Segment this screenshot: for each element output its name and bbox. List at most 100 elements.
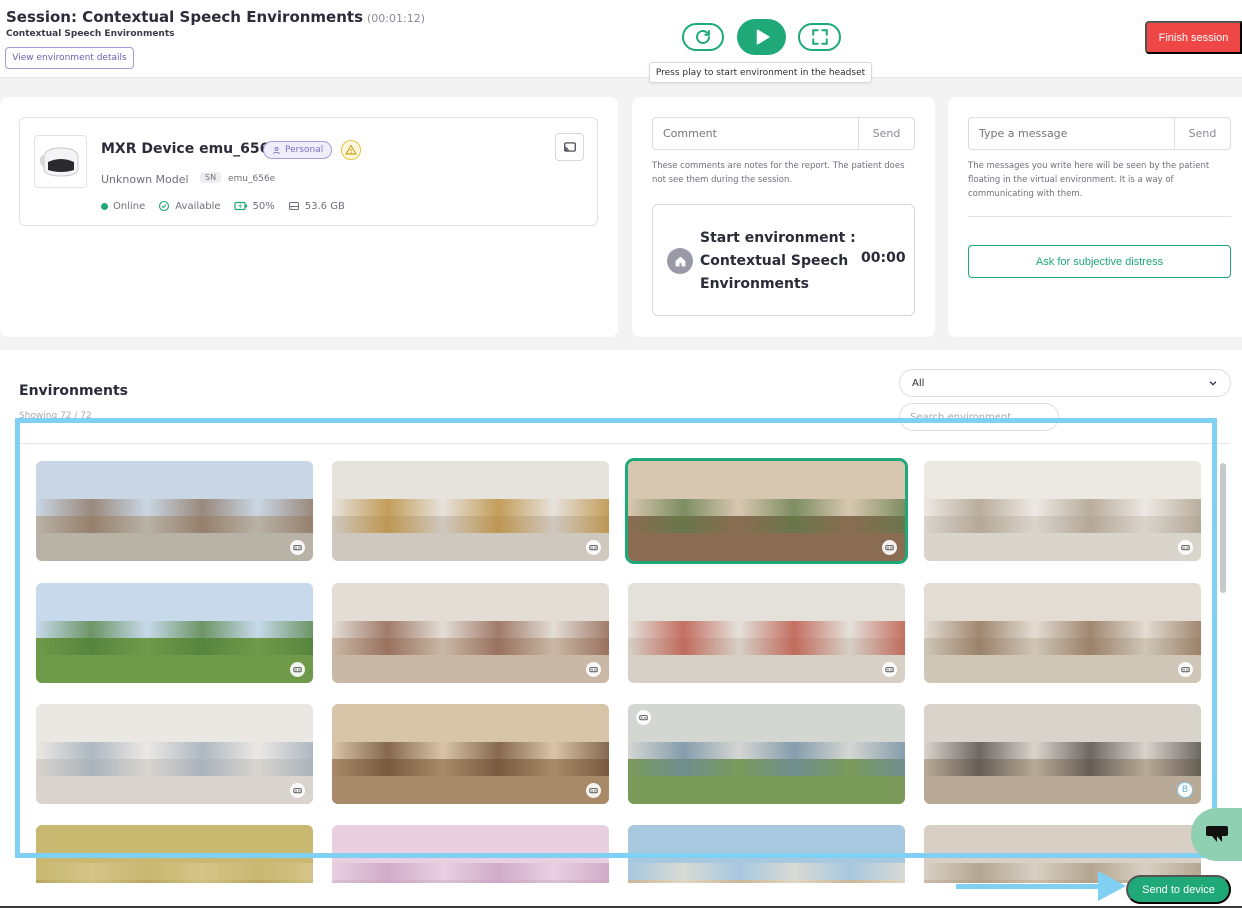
storage-status: 53.6 GB: [288, 200, 345, 212]
environment-thumbnail[interactable]: [924, 583, 1201, 683]
play-icon: [756, 29, 769, 45]
thumbnail-detail: [332, 863, 609, 883]
vr-headset-icon: [290, 662, 305, 677]
play-button[interactable]: [737, 19, 786, 55]
environments-panel: Environments Showing 72 / 72 All Search …: [0, 350, 1242, 908]
vr-headset-icon: [882, 662, 897, 677]
storage-label: 53.6 GB: [304, 200, 345, 212]
vr-headset-icon: [586, 783, 601, 798]
reload-button[interactable]: [682, 23, 724, 51]
filter-value: All: [912, 377, 925, 389]
session-subtitle: Contextual Speech Environments: [6, 29, 175, 39]
environment-thumbnail[interactable]: [36, 825, 313, 883]
environment-thumbnail[interactable]: [332, 825, 609, 883]
environment-thumbnail[interactable]: [628, 583, 905, 683]
online-status-label: Online: [113, 200, 146, 212]
chevron-down-icon: [1209, 381, 1217, 386]
environments-count: Showing 72 / 72: [19, 411, 92, 421]
scrollbar-thumb[interactable]: [1220, 463, 1226, 593]
message-send-button[interactable]: Send: [1174, 118, 1230, 149]
environment-thumbnail[interactable]: [625, 458, 908, 564]
comment-note: These comments are notes for the report.…: [652, 161, 905, 185]
support-chat-button[interactable]: [1191, 808, 1242, 861]
device-card: MXR Device emu_656e Personal Unknown Mod…: [0, 97, 618, 337]
vr-headset-icon: [290, 783, 305, 798]
thumbnail-detail: [628, 621, 905, 655]
thumbnail-detail: [924, 742, 1201, 776]
environment-thumbnail[interactable]: [628, 704, 905, 804]
thumbnail-detail: [924, 499, 1201, 533]
environment-thumbnail[interactable]: [332, 461, 609, 561]
reload-icon: [696, 30, 710, 44]
thumbnail-detail: [924, 621, 1201, 655]
comment-input-group: Send: [652, 117, 915, 150]
environment-thumbnail[interactable]: [36, 583, 313, 683]
vr-headset-icon: [290, 540, 305, 555]
environment-thumbnail[interactable]: [628, 825, 905, 883]
environments-title: Environments: [19, 383, 129, 399]
thumbnail-detail: [628, 742, 905, 776]
thumbnail-detail: [628, 499, 905, 533]
session-timer: (00:01:12): [367, 12, 426, 25]
environment-thumbnail[interactable]: [924, 461, 1201, 561]
session-title: Session: Contextual Speech Environments: [6, 8, 364, 26]
personal-badge: Personal: [263, 141, 333, 159]
online-dot-icon: [101, 202, 108, 210]
storage-icon: [288, 202, 299, 210]
start-environment-text: Start environment : Contextual Speech En…: [700, 230, 856, 292]
available-check-icon: [159, 200, 170, 212]
annotation-arrow-line: [956, 884, 1106, 889]
fullscreen-button[interactable]: [798, 23, 841, 51]
device-name: MXR Device emu_656e: [101, 141, 279, 157]
environment-thumbnail[interactable]: [36, 461, 313, 561]
fullscreen-icon: [811, 29, 828, 45]
start-environment-time: 00:00: [861, 250, 906, 266]
ask-distress-button[interactable]: Ask for subjective distress: [968, 245, 1231, 278]
chat-icon: [1205, 825, 1228, 842]
cast-icon: [563, 142, 576, 152]
thumbnail-detail: [332, 621, 609, 655]
send-to-device-button[interactable]: Send to device: [1126, 875, 1231, 904]
vr-headset-icon: [882, 540, 897, 555]
device-model: Unknown Model: [101, 173, 189, 186]
home-glyph-icon: [675, 256, 685, 266]
thumbnail-detail: [36, 863, 313, 883]
environment-filter-select[interactable]: All: [899, 369, 1231, 397]
finish-session-button[interactable]: Finish session: [1145, 21, 1242, 54]
page-title: Session: Contextual Speech Environments(…: [6, 8, 425, 26]
message-input[interactable]: [969, 118, 1174, 149]
comment-card: Send These comments are notes for the re…: [632, 97, 935, 337]
session-header: Session: Contextual Speech Environments(…: [0, 0, 1242, 83]
environment-thumbnail[interactable]: [36, 704, 313, 804]
environment-thumbnail[interactable]: [332, 704, 609, 804]
vr-headset-icon: [586, 540, 601, 555]
view-environment-details-button[interactable]: View environment details: [5, 47, 134, 69]
headset-image: [34, 135, 87, 188]
message-divider: [968, 216, 1231, 217]
sn-label: SN: [200, 172, 222, 183]
warning-icon: [345, 144, 357, 155]
message-input-group: Send: [968, 117, 1231, 150]
warning-icon-wrap[interactable]: [341, 140, 361, 160]
thumbnail-detail: [332, 742, 609, 776]
b-badge-icon: B: [1177, 782, 1193, 798]
thumbnail-detail: [36, 499, 313, 533]
comment-send-button[interactable]: Send: [858, 118, 914, 149]
battery-label: 50%: [252, 200, 275, 212]
device-stats: Online Available 50% 53.6 GB: [101, 200, 358, 212]
device-info-box: MXR Device emu_656e Personal Unknown Mod…: [19, 117, 598, 226]
thumbnail-detail: [36, 742, 313, 776]
comment-input[interactable]: [653, 118, 858, 149]
availability-status: Available: [158, 200, 221, 212]
environment-thumbnail[interactable]: [332, 583, 609, 683]
message-note: The messages you write here will be seen…: [968, 161, 1210, 199]
thumbnail-detail: [628, 863, 905, 883]
cast-button[interactable]: [555, 133, 584, 161]
vr-headset-icon: [636, 710, 651, 725]
availability-label: Available: [175, 200, 221, 212]
message-card: Send The messages you write here will be…: [948, 97, 1242, 337]
play-tooltip: Press play to start environment in the h…: [649, 62, 872, 83]
environment-search-input[interactable]: Search environment: [899, 403, 1059, 431]
environment-thumbnail[interactable]: B: [924, 704, 1201, 804]
sn-value: emu_656e: [228, 174, 276, 184]
